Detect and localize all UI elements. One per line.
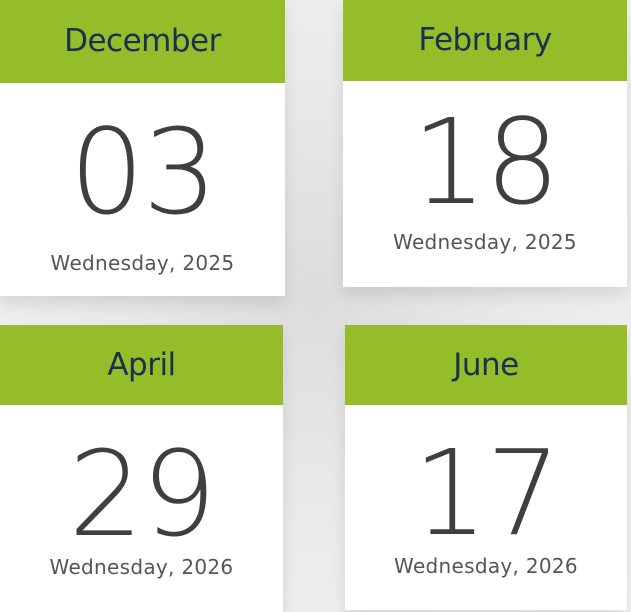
card-header: April [0, 325, 283, 405]
calendar-card-april[interactable]: April 29 Wednesday, 2026 [0, 325, 283, 612]
day-number: 03 [69, 103, 217, 241]
month-label: June [453, 346, 519, 383]
day-number: 17 [412, 424, 561, 562]
day-number: 18 [411, 93, 560, 231]
month-label: February [418, 22, 552, 58]
day-number: 29 [68, 425, 216, 563]
calendar-card-december[interactable]: December 03 Wednesday, 2025 [0, 0, 285, 296]
card-header: June [345, 325, 627, 405]
weekday-year-label: Wednesday, 2026 [394, 554, 578, 578]
weekday-year-label: Wednesday, 2025 [50, 251, 235, 275]
card-header: December [0, 0, 285, 83]
calendar-card-february[interactable]: February 18 Wednesday, 2025 [343, 0, 627, 287]
weekday-year-label: Wednesday, 2025 [393, 230, 577, 254]
calendar-card-june[interactable]: June 17 Wednesday, 2026 [345, 325, 627, 610]
month-label: April [107, 346, 176, 383]
card-header: February [343, 0, 627, 81]
weekday-year-label: Wednesday, 2026 [49, 555, 234, 579]
month-label: December [64, 23, 221, 59]
